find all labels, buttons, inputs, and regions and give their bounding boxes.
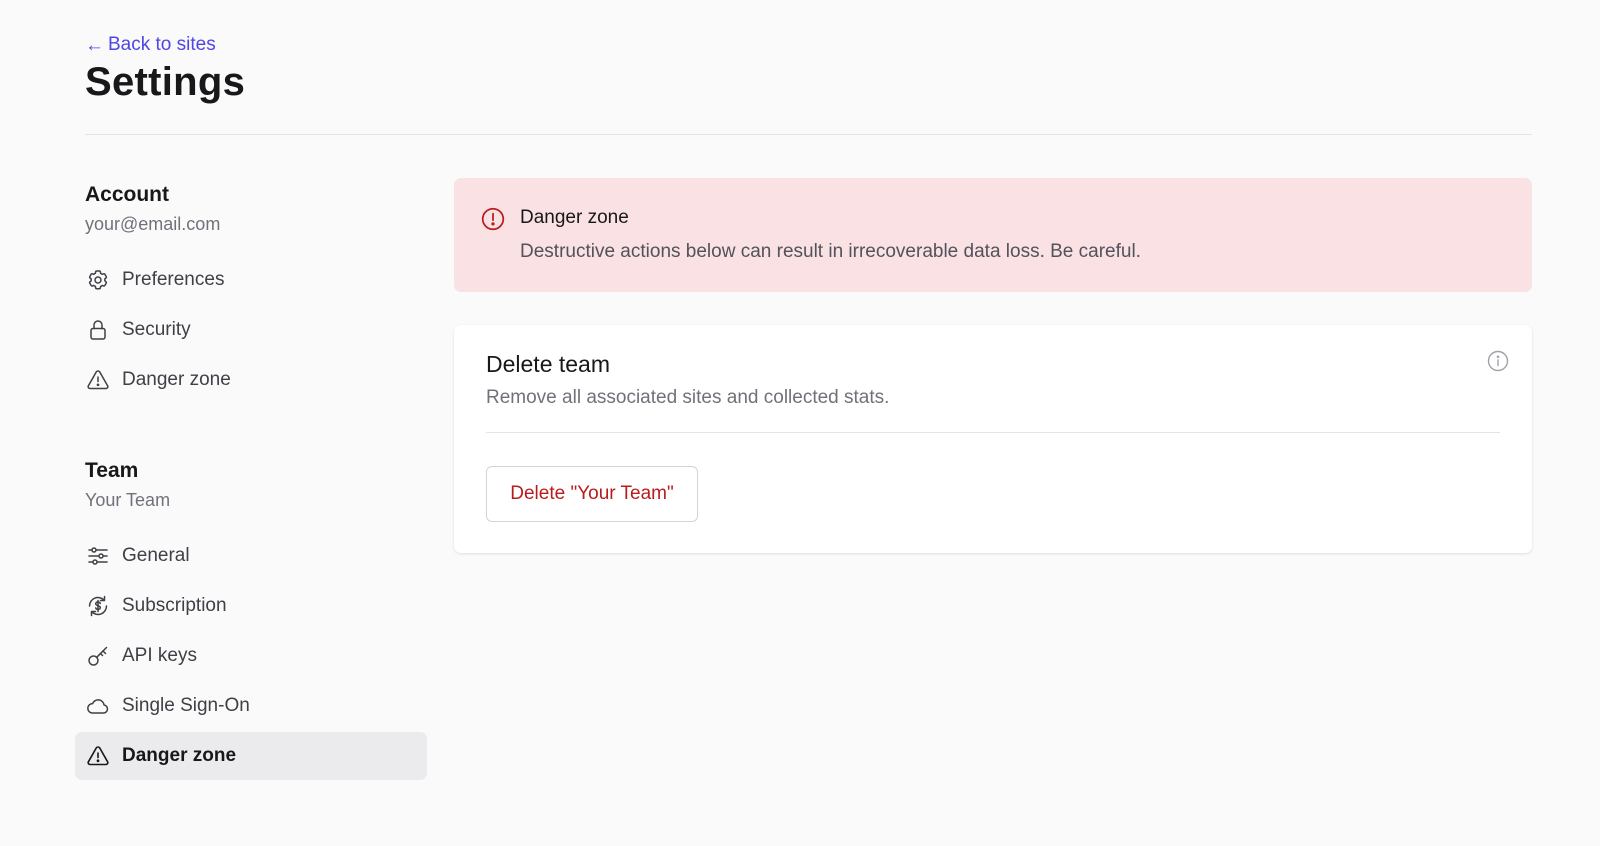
team-name: Your Team (85, 490, 171, 510)
sidebar-item-label: Danger zone (122, 745, 237, 766)
team-section-title: Team (85, 459, 139, 482)
sidebar-item-preferences[interactable]: Preferences (75, 256, 427, 304)
card-description: Remove all associated sites and collecte… (486, 387, 890, 408)
alert-text: Destructive actions below can result in … (520, 241, 1141, 262)
sidebar-item-team-danger-zone[interactable]: Danger zone (75, 732, 427, 780)
sidebar-item-general[interactable]: General (75, 532, 427, 580)
account-nav-list: Preferences Security Danger zone (75, 256, 427, 404)
settings-sidebar: Account your@email.com Preferences Secur… (75, 180, 427, 782)
sidebar-item-single-sign-on[interactable]: Single Sign-On (75, 682, 427, 730)
back-to-sites-link[interactable]: ← Back to sites (85, 34, 216, 56)
lock-icon (85, 317, 111, 343)
gear-icon (85, 267, 111, 293)
info-icon[interactable] (1486, 349, 1510, 373)
settings-page: ← Back to sites Settings Account your@em… (0, 0, 1600, 846)
sidebar-item-api-keys[interactable]: API keys (75, 632, 427, 680)
arrow-left-icon: ← (85, 34, 104, 56)
key-icon (85, 643, 111, 669)
sidebar-item-label: Preferences (122, 269, 225, 290)
sidebar-item-subscription[interactable]: Subscription (75, 582, 427, 630)
team-nav-list: General Subscription API keys Single Sig… (75, 532, 427, 780)
cloud-icon (85, 693, 111, 719)
sidebar-item-label: Single Sign-On (122, 695, 250, 716)
warning-icon (85, 367, 111, 393)
warning-icon (85, 743, 111, 769)
sidebar-item-label: Subscription (122, 595, 227, 616)
account-section: Account your@email.com Preferences Secur… (75, 180, 427, 404)
delete-team-button[interactable]: Delete "Your Team" (486, 466, 698, 522)
header-divider (85, 134, 1532, 135)
page-title: Settings (85, 60, 246, 104)
danger-zone-alert: Danger zone Destructive actions below ca… (454, 178, 1532, 292)
team-section: Team Your Team General Subscription API … (75, 456, 427, 780)
alert-title: Danger zone (520, 207, 629, 228)
sidebar-item-label: Security (122, 319, 191, 340)
sliders-icon (85, 543, 111, 569)
account-email: your@email.com (85, 214, 221, 234)
account-section-title: Account (85, 183, 169, 206)
delete-team-card: Delete team Remove all associated sites … (454, 325, 1532, 553)
sidebar-item-account-danger-zone[interactable]: Danger zone (75, 356, 427, 404)
sidebar-item-label: General (122, 545, 190, 566)
sidebar-item-security[interactable]: Security (75, 306, 427, 354)
back-link-label: Back to sites (108, 34, 216, 55)
sidebar-item-label: Danger zone (122, 369, 231, 390)
card-title: Delete team (486, 351, 611, 377)
sidebar-item-label: API keys (122, 645, 197, 666)
alert-circle-icon (480, 206, 506, 232)
subscription-dollar-icon (85, 593, 111, 619)
card-divider (486, 432, 1500, 433)
